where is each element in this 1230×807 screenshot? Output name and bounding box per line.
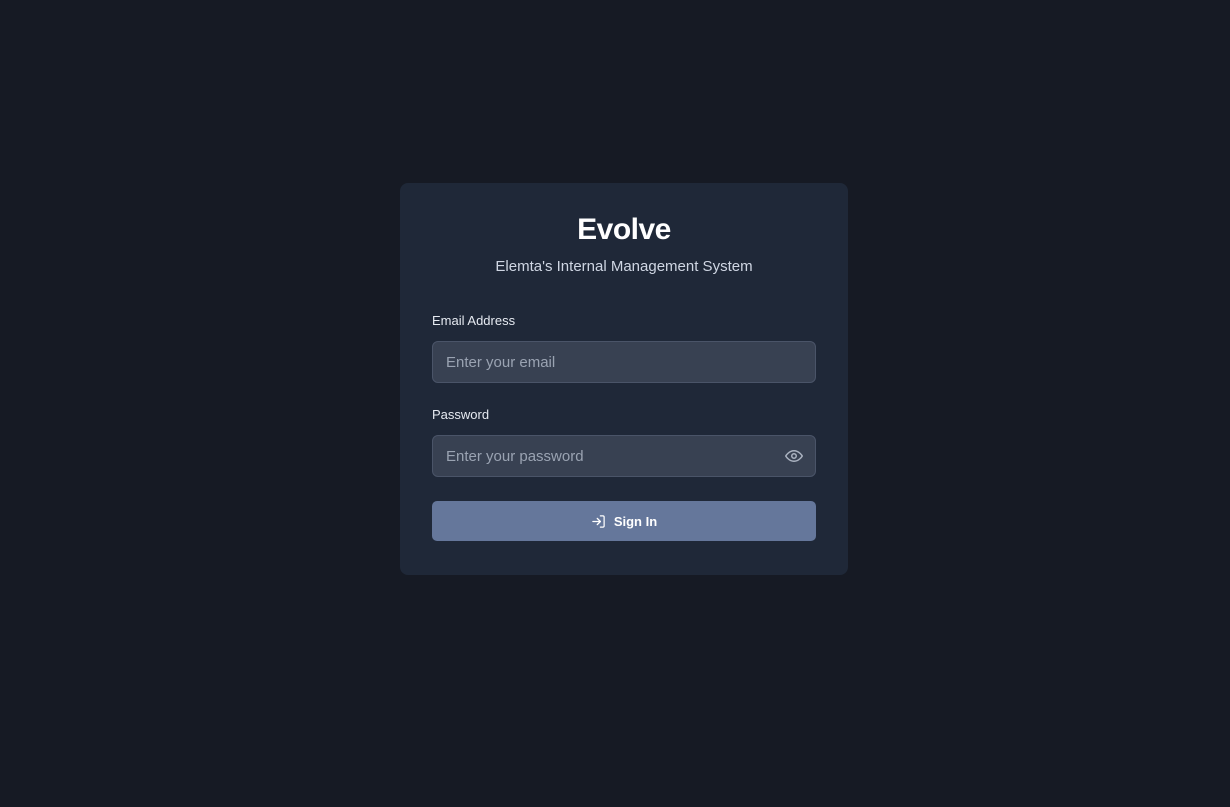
email-input[interactable] bbox=[432, 341, 816, 383]
password-label: Password bbox=[432, 407, 490, 422]
app-title: Evolve bbox=[577, 213, 671, 246]
sign-in-button[interactable]: Sign In bbox=[432, 501, 816, 541]
app-subtitle: Elemta's Internal Management System bbox=[495, 258, 753, 275]
eye-icon[interactable] bbox=[784, 446, 804, 466]
login-card: Evolve Elemta's Internal Management Syst… bbox=[400, 183, 848, 575]
email-field-wrapper bbox=[432, 341, 816, 383]
log-in-icon bbox=[591, 514, 606, 529]
sign-in-label: Sign In bbox=[613, 513, 658, 529]
password-field-wrapper bbox=[432, 435, 816, 477]
email-label: Email Address bbox=[432, 313, 516, 328]
login-page: Evolve Elemta's Internal Management Syst… bbox=[0, 0, 1230, 807]
password-input[interactable] bbox=[432, 435, 816, 477]
